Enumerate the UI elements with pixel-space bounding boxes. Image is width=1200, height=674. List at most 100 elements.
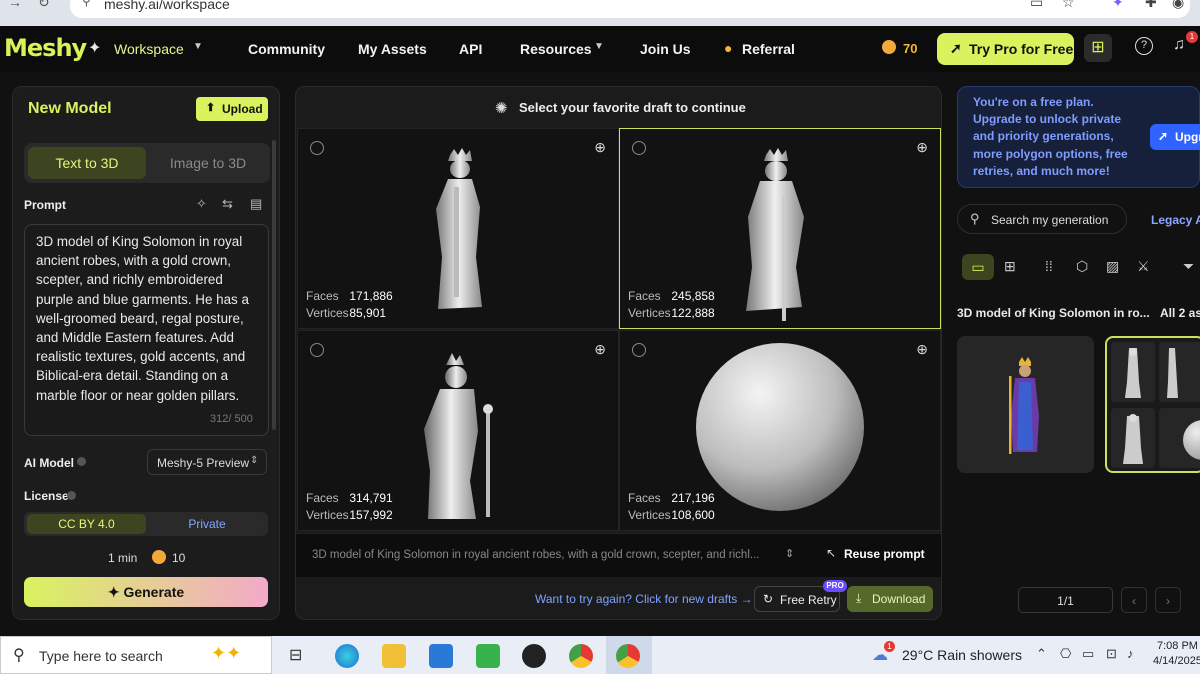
folder-view-icon[interactable]: ▭	[962, 254, 994, 280]
search-generation-input[interactable]: ⚲ Search my generation	[957, 204, 1127, 234]
textured-model-thumbnail[interactable]	[957, 336, 1094, 473]
nav-referral[interactable]: Referral	[742, 41, 795, 57]
left-scrollbar[interactable]	[272, 140, 276, 430]
vertices-label: Vertices	[306, 508, 349, 522]
task-view-icon[interactable]: ⊟	[289, 645, 302, 665]
rig-icon[interactable]: ⚔	[1137, 258, 1150, 275]
license-cc-by[interactable]: CC BY 4.0	[27, 514, 146, 534]
volume-icon[interactable]: ♪	[1127, 646, 1134, 661]
weather-badge: 1	[884, 641, 895, 652]
draft-radio[interactable]	[310, 141, 324, 155]
dots-grid-icon[interactable]: ⁞⁞	[1045, 258, 1053, 274]
filter-icon[interactable]: ⏷	[1183, 258, 1194, 275]
license-private[interactable]: Private	[148, 514, 266, 534]
media-player-icon[interactable]	[522, 644, 546, 668]
download-button[interactable]: ⤓ Download	[847, 586, 933, 612]
clock[interactable]: 7:08 PM 4/14/2025	[1153, 639, 1200, 669]
tab-text-to-3d[interactable]: Text to 3D	[28, 147, 146, 179]
weather-info[interactable]: 29°C Rain showers	[902, 647, 1022, 663]
chrome-active-icon[interactable]	[616, 644, 640, 668]
panel-title: New Model	[28, 100, 112, 117]
nav-resources[interactable]: Resources	[520, 41, 592, 57]
draft-radio[interactable]	[632, 343, 646, 357]
try-pro-button[interactable]: ➚ Try Pro for Free	[937, 33, 1074, 65]
bookmark-star-icon[interactable]: ☆	[1062, 0, 1075, 11]
mini-sphere	[1183, 420, 1200, 460]
battery-icon[interactable]: ▭	[1082, 646, 1094, 662]
chrome-icon[interactable]	[569, 644, 593, 668]
upgrade-button[interactable]: ➚ Upgr	[1150, 124, 1200, 150]
upload-button[interactable]: ⬆ Upload	[196, 97, 268, 121]
gift-icon[interactable]: ⊞	[1084, 34, 1112, 62]
reuse-arrow-icon: ↖	[826, 546, 837, 560]
extensions-puzzle-icon[interactable]: ✚	[1145, 0, 1157, 11]
draft-radio[interactable]	[310, 343, 324, 357]
bell-icon[interactable]: ♫	[1173, 36, 1185, 54]
pagination-input[interactable]: 1/1	[1018, 587, 1113, 613]
zoom-icon[interactable]: ⊕	[916, 139, 928, 156]
next-page-button[interactable]: ›	[1155, 587, 1181, 613]
king-statue-model	[436, 148, 482, 309]
texture-icon[interactable]: ▨	[1106, 258, 1119, 275]
magic-wand-icon[interactable]: ✧	[196, 196, 207, 212]
grid-view-icon[interactable]: ⊞	[1004, 258, 1016, 275]
info-icon[interactable]	[67, 491, 76, 500]
faces-value: 217,196	[671, 491, 715, 505]
draft-tile-3[interactable]: ⊕ Faces 314,791 Vertices 157,992	[297, 330, 619, 531]
zoom-icon[interactable]: ⊕	[916, 341, 928, 358]
upgrade-label: Upgr	[1175, 130, 1200, 144]
chevron-up-icon[interactable]: ⌃	[1036, 646, 1047, 662]
generate-label: Generate	[123, 584, 185, 600]
nav-my-assets[interactable]: My Assets	[358, 41, 427, 57]
draft-tile-1[interactable]: ⊕ Faces 171,886 Vertices 85,901	[297, 128, 619, 329]
draft-radio[interactable]	[632, 141, 646, 155]
meet-icon[interactable]: ⎔	[1060, 646, 1071, 662]
forward-icon[interactable]: →	[8, 0, 22, 10]
translate-icon[interactable]: ⇆	[222, 196, 233, 212]
expand-arrows-icon[interactable]: ⇕	[785, 547, 794, 560]
prompt-input[interactable]: 3D model of King Solomon in royal ancien…	[24, 224, 269, 436]
zoom-icon[interactable]: ⊕	[594, 341, 606, 358]
draft-tile-2[interactable]: ⊕ Faces 245,858 Vertices 122,888	[619, 128, 941, 329]
prompt-preview-text: 3D model of King Solomon in royal ancien…	[312, 549, 760, 561]
prompt-library-icon[interactable]: ▤	[250, 196, 262, 212]
reuse-prompt-button[interactable]: Reuse prompt	[844, 547, 925, 561]
sparkle-decoration-icon: ✦✦	[211, 643, 242, 663]
meshy-logo[interactable]: Meshy	[4, 34, 87, 62]
nav-workspace[interactable]: Workspace	[114, 41, 184, 57]
store-icon[interactable]	[429, 644, 453, 668]
nav-join-us[interactable]: Join Us	[640, 41, 691, 57]
nav-community[interactable]: Community	[248, 41, 325, 57]
generate-button[interactable]: ✦ Generate	[24, 577, 268, 607]
edge-icon[interactable]	[335, 644, 359, 668]
zoom-icon[interactable]: ⊕	[594, 139, 606, 156]
profile-icon[interactable]: ◉	[1172, 0, 1184, 11]
all-assets-label[interactable]: All 2 ass	[1160, 306, 1200, 320]
draft-grid-thumbnail[interactable]	[1105, 336, 1200, 473]
taskbar-search[interactable]: ⚲ Type here to search ✦✦	[0, 636, 272, 674]
reload-icon[interactable]: ↻	[38, 0, 50, 11]
excel-icon[interactable]	[476, 644, 500, 668]
file-explorer-icon[interactable]	[382, 644, 406, 668]
ai-model-select[interactable]: Meshy-5 Preview ⇕	[147, 449, 267, 475]
info-icon[interactable]	[77, 457, 86, 466]
install-icon[interactable]: ▭	[1030, 0, 1043, 11]
faces-label: Faces	[306, 289, 339, 303]
chevron-down-icon[interactable]: ▼	[193, 41, 203, 52]
mini-statue	[1125, 348, 1141, 398]
credit-coin-icon	[152, 550, 166, 564]
new-drafts-link[interactable]: Want to try again? Click for new drafts …	[535, 592, 753, 606]
help-icon[interactable]: ?	[1135, 37, 1153, 55]
draft-stats: Faces 217,196 Vertices 108,600	[628, 490, 715, 524]
address-bar[interactable]: ⚲ meshy.ai/workspace	[70, 0, 1190, 18]
draft-tile-4[interactable]: ⊕ Faces 217,196 Vertices 108,600	[619, 330, 941, 531]
legacy-assets-link[interactable]: Legacy As	[1151, 213, 1200, 227]
tab-image-to-3d[interactable]: Image to 3D	[150, 147, 266, 179]
prev-page-button[interactable]: ‹	[1121, 587, 1147, 613]
network-icon[interactable]: ⊡	[1106, 646, 1117, 662]
extension-icon[interactable]: ✦	[1112, 0, 1124, 11]
cube-icon[interactable]: ⬡	[1076, 258, 1088, 275]
nav-api[interactable]: API	[459, 41, 482, 57]
chevron-down-icon[interactable]: ▼	[594, 41, 604, 52]
site-info-icon[interactable]: ⚲	[82, 0, 91, 8]
